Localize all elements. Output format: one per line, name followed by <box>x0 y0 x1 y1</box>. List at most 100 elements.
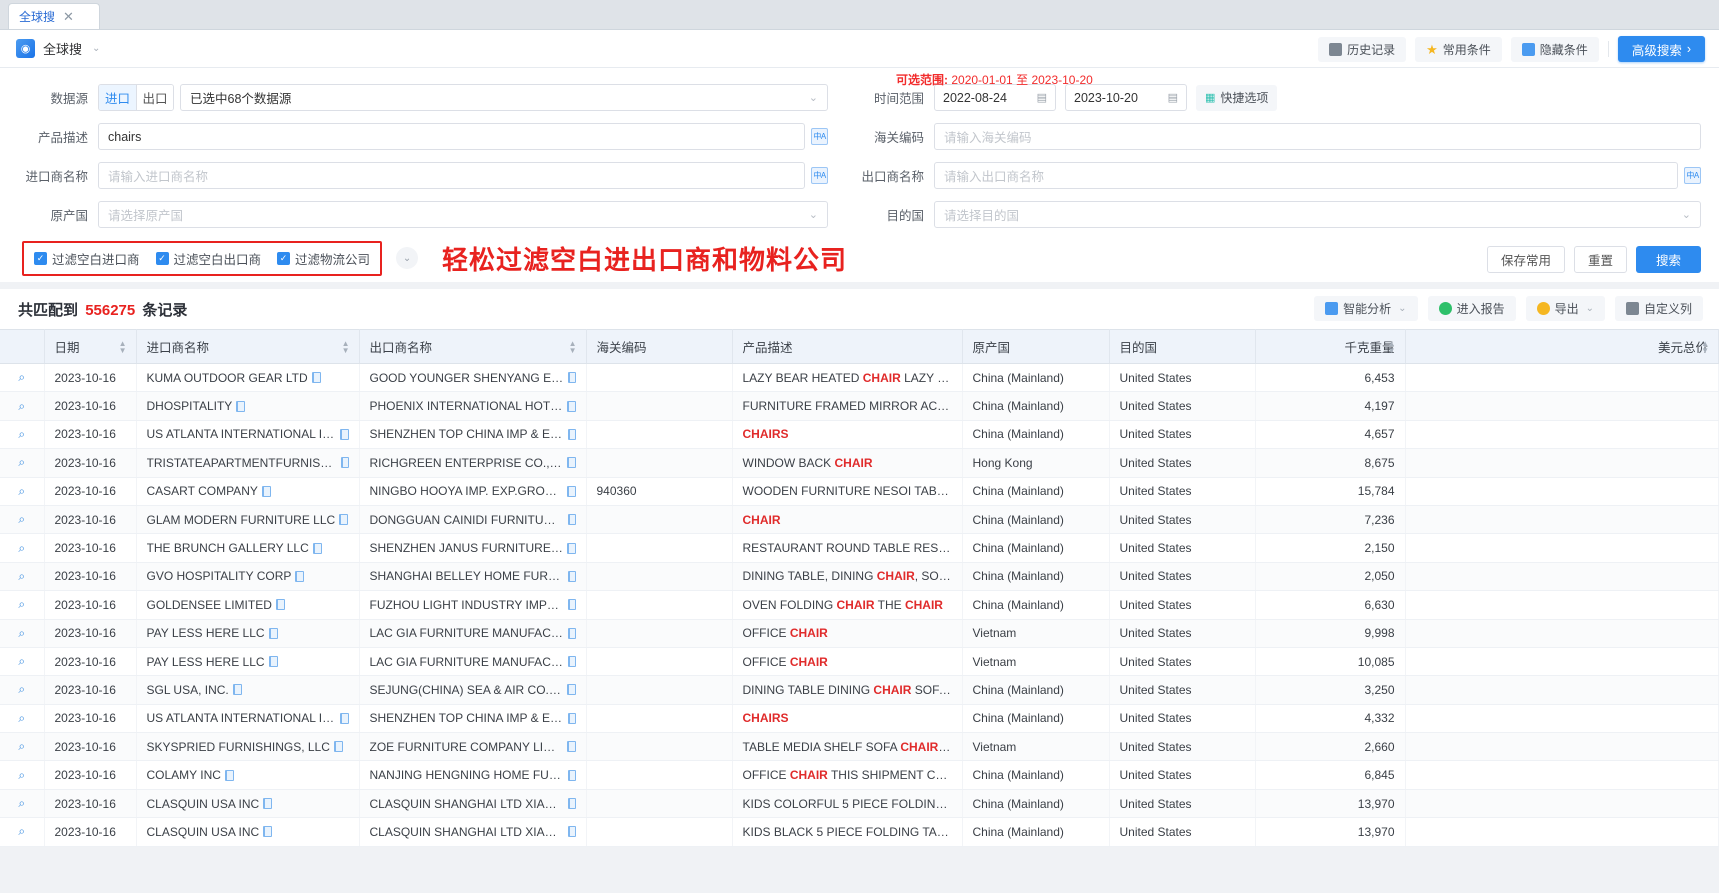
search-detail-icon[interactable]: ⌕ <box>18 824 25 838</box>
copy-icon[interactable] <box>567 712 576 724</box>
table-row[interactable]: ⌕ 2023-10-16 GVO HOSPITALITY CORP SHANGHAI … <box>0 562 1719 592</box>
search-detail-icon[interactable]: ⌕ <box>18 484 25 498</box>
cell-view[interactable]: ⌕ <box>0 704 45 734</box>
checkbox-filter-blank-importer[interactable]: ✓ 过滤空白进口商 <box>34 249 140 268</box>
copy-icon[interactable] <box>566 400 576 412</box>
translate-icon[interactable]: 中A <box>811 128 828 145</box>
copy-icon[interactable] <box>263 826 273 838</box>
cell-view[interactable]: ⌕ <box>0 675 45 705</box>
save-preset-button[interactable]: 保存常用 <box>1486 246 1565 273</box>
column-header-exporter[interactable]: 出口商名称 ▲ ▼ <box>359 329 587 364</box>
column-header-value[interactable]: 美元总价 ▲ ▼ <box>1405 329 1719 364</box>
copy-icon[interactable] <box>567 428 576 440</box>
table-row[interactable]: ⌕ 2023-10-16 GLAM MODERN FURNITURE LLC DONG… <box>0 505 1719 535</box>
datasource-export-tab[interactable]: 出口 <box>136 85 173 110</box>
table-row[interactable]: ⌕ 2023-10-16 DHOSPITALITY PHOENIX INTERNATI… <box>0 391 1719 421</box>
hide-conditions-button[interactable]: 隐藏条件 <box>1510 36 1599 62</box>
copy-icon[interactable] <box>263 798 273 810</box>
cell-view[interactable]: ⌕ <box>0 647 45 677</box>
translate-icon[interactable]: 中A <box>1684 167 1701 184</box>
table-row[interactable]: ⌕ 2023-10-16 US ATLANTA INTERNATIONAL INC S… <box>0 420 1719 450</box>
translate-icon[interactable]: 中A <box>811 167 828 184</box>
table-row[interactable]: ⌕ 2023-10-16 US ATLANTA INTERNATIONAL INC S… <box>0 704 1719 734</box>
advanced-search-button[interactable]: 高级搜索 › <box>1617 36 1705 62</box>
copy-icon[interactable] <box>333 741 343 753</box>
copy-icon[interactable] <box>232 684 242 696</box>
cell-view[interactable]: ⌕ <box>0 477 45 506</box>
copy-icon[interactable] <box>567 514 576 526</box>
chevron-down-icon[interactable]: ⌄ <box>92 43 100 54</box>
copy-icon[interactable] <box>567 798 576 810</box>
cell-view[interactable]: ⌕ <box>0 533 45 563</box>
copy-icon[interactable] <box>340 457 349 469</box>
search-detail-icon[interactable]: ⌕ <box>18 682 25 696</box>
search-detail-icon[interactable]: ⌕ <box>18 569 25 583</box>
cell-view[interactable]: ⌕ <box>0 505 45 535</box>
column-header-date[interactable]: 日期 ▲ ▼ <box>44 329 137 364</box>
copy-icon[interactable] <box>567 542 576 554</box>
close-icon[interactable]: ✕ <box>63 10 74 23</box>
copy-icon[interactable] <box>567 485 576 497</box>
cell-view[interactable]: ⌕ <box>0 817 45 847</box>
search-button[interactable]: 搜索 <box>1635 246 1701 273</box>
search-detail-icon[interactable]: ⌕ <box>18 512 25 526</box>
sort-icon[interactable]: ▲ ▼ <box>569 339 577 354</box>
search-detail-icon[interactable]: ⌕ <box>18 370 25 384</box>
copy-icon[interactable] <box>566 457 576 469</box>
copy-icon[interactable] <box>567 741 576 753</box>
copy-icon[interactable] <box>236 400 246 412</box>
copy-icon[interactable] <box>268 656 278 668</box>
cell-view[interactable]: ⌕ <box>0 448 45 478</box>
cell-view[interactable]: ⌕ <box>0 619 45 648</box>
datasource-direction-toggle[interactable]: 进口 出口 <box>98 84 174 111</box>
cell-view[interactable]: ⌕ <box>0 789 45 819</box>
copy-icon[interactable] <box>261 485 271 497</box>
search-detail-icon[interactable]: ⌕ <box>18 768 25 782</box>
copy-icon[interactable] <box>567 656 576 668</box>
table-row[interactable]: ⌕ 2023-10-16 CLASQUIN USA INC CLASQUIN SHAN… <box>0 789 1719 819</box>
copy-icon[interactable] <box>275 599 285 611</box>
copy-icon[interactable] <box>224 769 234 781</box>
sort-icon[interactable]: ▲ ▼ <box>119 339 127 354</box>
product-desc-input[interactable]: chairs <box>98 123 805 150</box>
cell-view[interactable]: ⌕ <box>0 590 45 620</box>
table-row[interactable]: ⌕ 2023-10-16 THE BRUNCH GALLERY LLC SHENZHE… <box>0 533 1719 563</box>
copy-icon[interactable] <box>312 542 322 554</box>
cell-view[interactable]: ⌕ <box>0 562 45 592</box>
history-button[interactable]: 历史记录 <box>1318 36 1407 62</box>
exporter-name-input[interactable]: 请输入出口商名称 <box>934 162 1678 189</box>
quick-options-button[interactable]: ▦ 快捷选项 <box>1196 84 1278 111</box>
search-detail-icon[interactable]: ⌕ <box>18 711 25 725</box>
sort-icon[interactable]: ▲ ▼ <box>1701 339 1709 354</box>
checkbox-filter-logistics[interactable]: ✓ 过滤物流公司 <box>277 249 370 268</box>
table-row[interactable]: ⌕ 2023-10-16 SKYSPRIED FURNISHINGS, LLC ZOE… <box>0 732 1719 762</box>
copy-icon[interactable] <box>567 627 576 639</box>
copy-icon[interactable] <box>567 826 576 838</box>
search-detail-icon[interactable]: ⌕ <box>18 597 25 611</box>
sort-icon[interactable]: ▲ ▼ <box>342 339 350 354</box>
copy-icon[interactable] <box>567 769 576 781</box>
date-end-input[interactable]: 2023-10-20 ▤ <box>1065 84 1187 111</box>
hs-code-input[interactable]: 请输入海关编码 <box>934 123 1701 150</box>
importer-name-input[interactable]: 请输入进口商名称 <box>98 162 805 189</box>
table-row[interactable]: ⌕ 2023-10-16 COLAMY INC NANJING HENGNING HO… <box>0 760 1719 790</box>
search-detail-icon[interactable]: ⌕ <box>18 739 25 753</box>
smart-analysis-button[interactable]: 智能分析 ⌄ <box>1314 296 1418 321</box>
search-detail-icon[interactable]: ⌕ <box>18 427 25 441</box>
copy-icon[interactable] <box>311 372 321 384</box>
cell-view[interactable]: ⌕ <box>0 363 45 393</box>
copy-icon[interactable] <box>339 428 349 440</box>
app-tab[interactable]: 全球搜 ✕ <box>8 3 100 29</box>
table-row[interactable]: ⌕ 2023-10-16 SGL USA, INC. SEJUNG(CHINA) SE… <box>0 675 1719 705</box>
enter-report-button[interactable]: 进入报告 <box>1427 296 1516 321</box>
origin-country-select[interactable]: 请选择原产国 ⌄ <box>98 201 828 228</box>
reset-button[interactable]: 重置 <box>1573 246 1627 273</box>
table-row[interactable]: ⌕ 2023-10-16 CLASQUIN USA INC CLASQUIN SHAN… <box>0 817 1719 847</box>
table-row[interactable]: ⌕ 2023-10-16 CASART COMPANY NINGBO HOOYA IM… <box>0 477 1719 506</box>
copy-icon[interactable] <box>268 627 278 639</box>
copy-icon[interactable] <box>566 684 576 696</box>
copy-icon[interactable] <box>339 712 349 724</box>
column-header-importer[interactable]: 进口商名称 ▲ ▼ <box>136 329 360 364</box>
copy-icon[interactable] <box>567 599 576 611</box>
cell-view[interactable]: ⌕ <box>0 391 45 421</box>
